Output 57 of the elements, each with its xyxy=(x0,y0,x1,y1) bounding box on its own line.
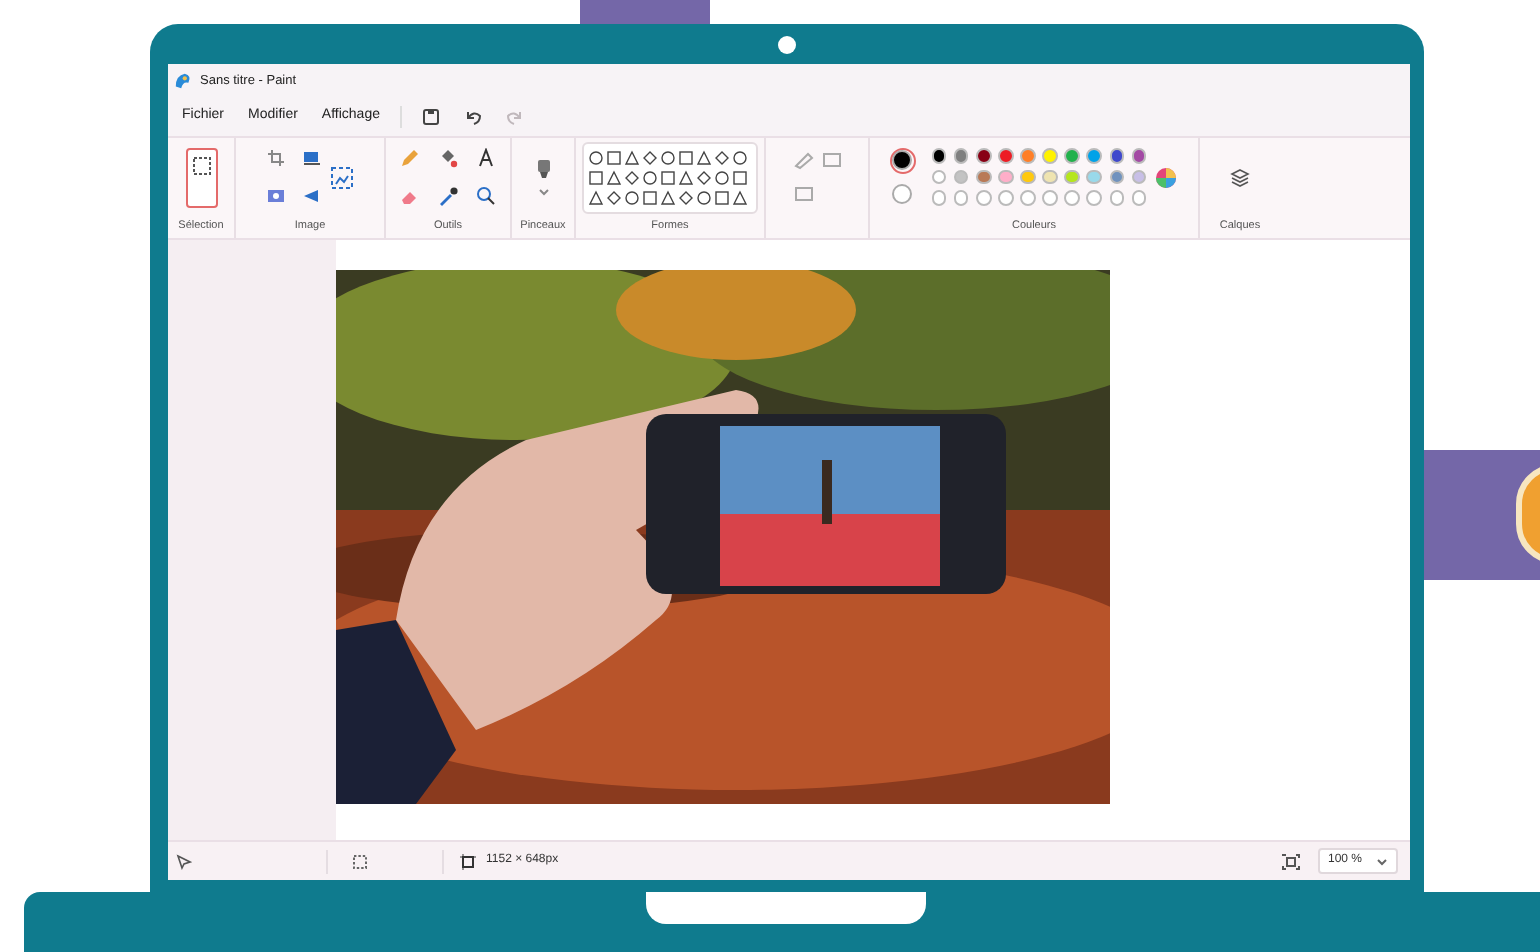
text-icon[interactable] xyxy=(476,148,496,168)
fill-bucket-icon[interactable] xyxy=(438,148,458,168)
color-swatch[interactable] xyxy=(1042,148,1058,164)
color-swatch[interactable] xyxy=(1064,148,1080,164)
color-swatch[interactable] xyxy=(1020,169,1036,185)
color-swatch[interactable] xyxy=(1064,169,1080,185)
empty-color-slot[interactable] xyxy=(1109,190,1125,206)
color-swatch[interactable] xyxy=(998,148,1014,164)
color-swatch[interactable] xyxy=(998,169,1014,185)
image-creator-icon[interactable] xyxy=(330,165,354,189)
current-color-swatch[interactable] xyxy=(889,147,916,173)
color-swatch[interactable] xyxy=(976,148,992,164)
color-swatch[interactable] xyxy=(953,169,969,185)
color-swatch[interactable] xyxy=(1042,169,1058,185)
empty-color-slot[interactable] xyxy=(1042,190,1058,206)
pointer-icon xyxy=(176,853,192,869)
empty-color-slot[interactable] xyxy=(931,190,947,206)
empty-color-slot[interactable] xyxy=(1086,190,1102,206)
chevron-down-icon xyxy=(1376,857,1388,865)
empty-color-slot[interactable] xyxy=(998,190,1014,206)
color-wheel-icon[interactable] xyxy=(1154,165,1179,189)
decor-block xyxy=(580,0,710,24)
canvas-size-icon xyxy=(460,853,476,869)
empty-color-slot[interactable] xyxy=(1131,190,1147,206)
fit-to-window-icon[interactable] xyxy=(1282,853,1300,869)
layers-icon[interactable] xyxy=(1230,167,1250,187)
color-swatch[interactable] xyxy=(1109,169,1125,185)
outline-icon[interactable] xyxy=(793,150,813,170)
chevron-down-icon[interactable] xyxy=(537,188,549,196)
empty-color-slot[interactable] xyxy=(1064,190,1080,206)
color-swatch[interactable] xyxy=(1131,148,1147,164)
paint-app-icon xyxy=(174,72,192,90)
brush-icon[interactable] xyxy=(535,158,551,180)
undo-icon[interactable] xyxy=(463,108,482,126)
color-picker-icon[interactable] xyxy=(438,186,458,206)
crop-icon[interactable] xyxy=(266,148,286,168)
color-swatch[interactable] xyxy=(1109,148,1125,164)
selection-icon xyxy=(191,155,211,175)
color-swatch[interactable] xyxy=(1131,169,1147,185)
pencil-icon[interactable] xyxy=(400,148,420,168)
save-icon[interactable] xyxy=(421,108,440,126)
empty-color-slot[interactable] xyxy=(976,190,992,206)
color-swatch[interactable] xyxy=(1086,148,1102,164)
color-swatch[interactable] xyxy=(1020,148,1036,164)
selection-size-icon xyxy=(352,853,368,869)
color-swatch[interactable] xyxy=(953,148,969,164)
color-swatch[interactable] xyxy=(1086,169,1102,185)
eraser-icon[interactable] xyxy=(400,186,420,206)
selection-tool-button[interactable] xyxy=(185,147,217,207)
color-swatch[interactable] xyxy=(976,169,992,185)
color-swatch[interactable] xyxy=(931,169,947,185)
empty-color-slot[interactable] xyxy=(1020,190,1036,206)
color-swatch[interactable] xyxy=(931,148,947,164)
resize-icon[interactable] xyxy=(302,148,322,168)
empty-color-slot[interactable] xyxy=(953,190,969,206)
magnifier-icon[interactable] xyxy=(476,186,496,206)
current-color-swatch[interactable] xyxy=(889,181,916,207)
